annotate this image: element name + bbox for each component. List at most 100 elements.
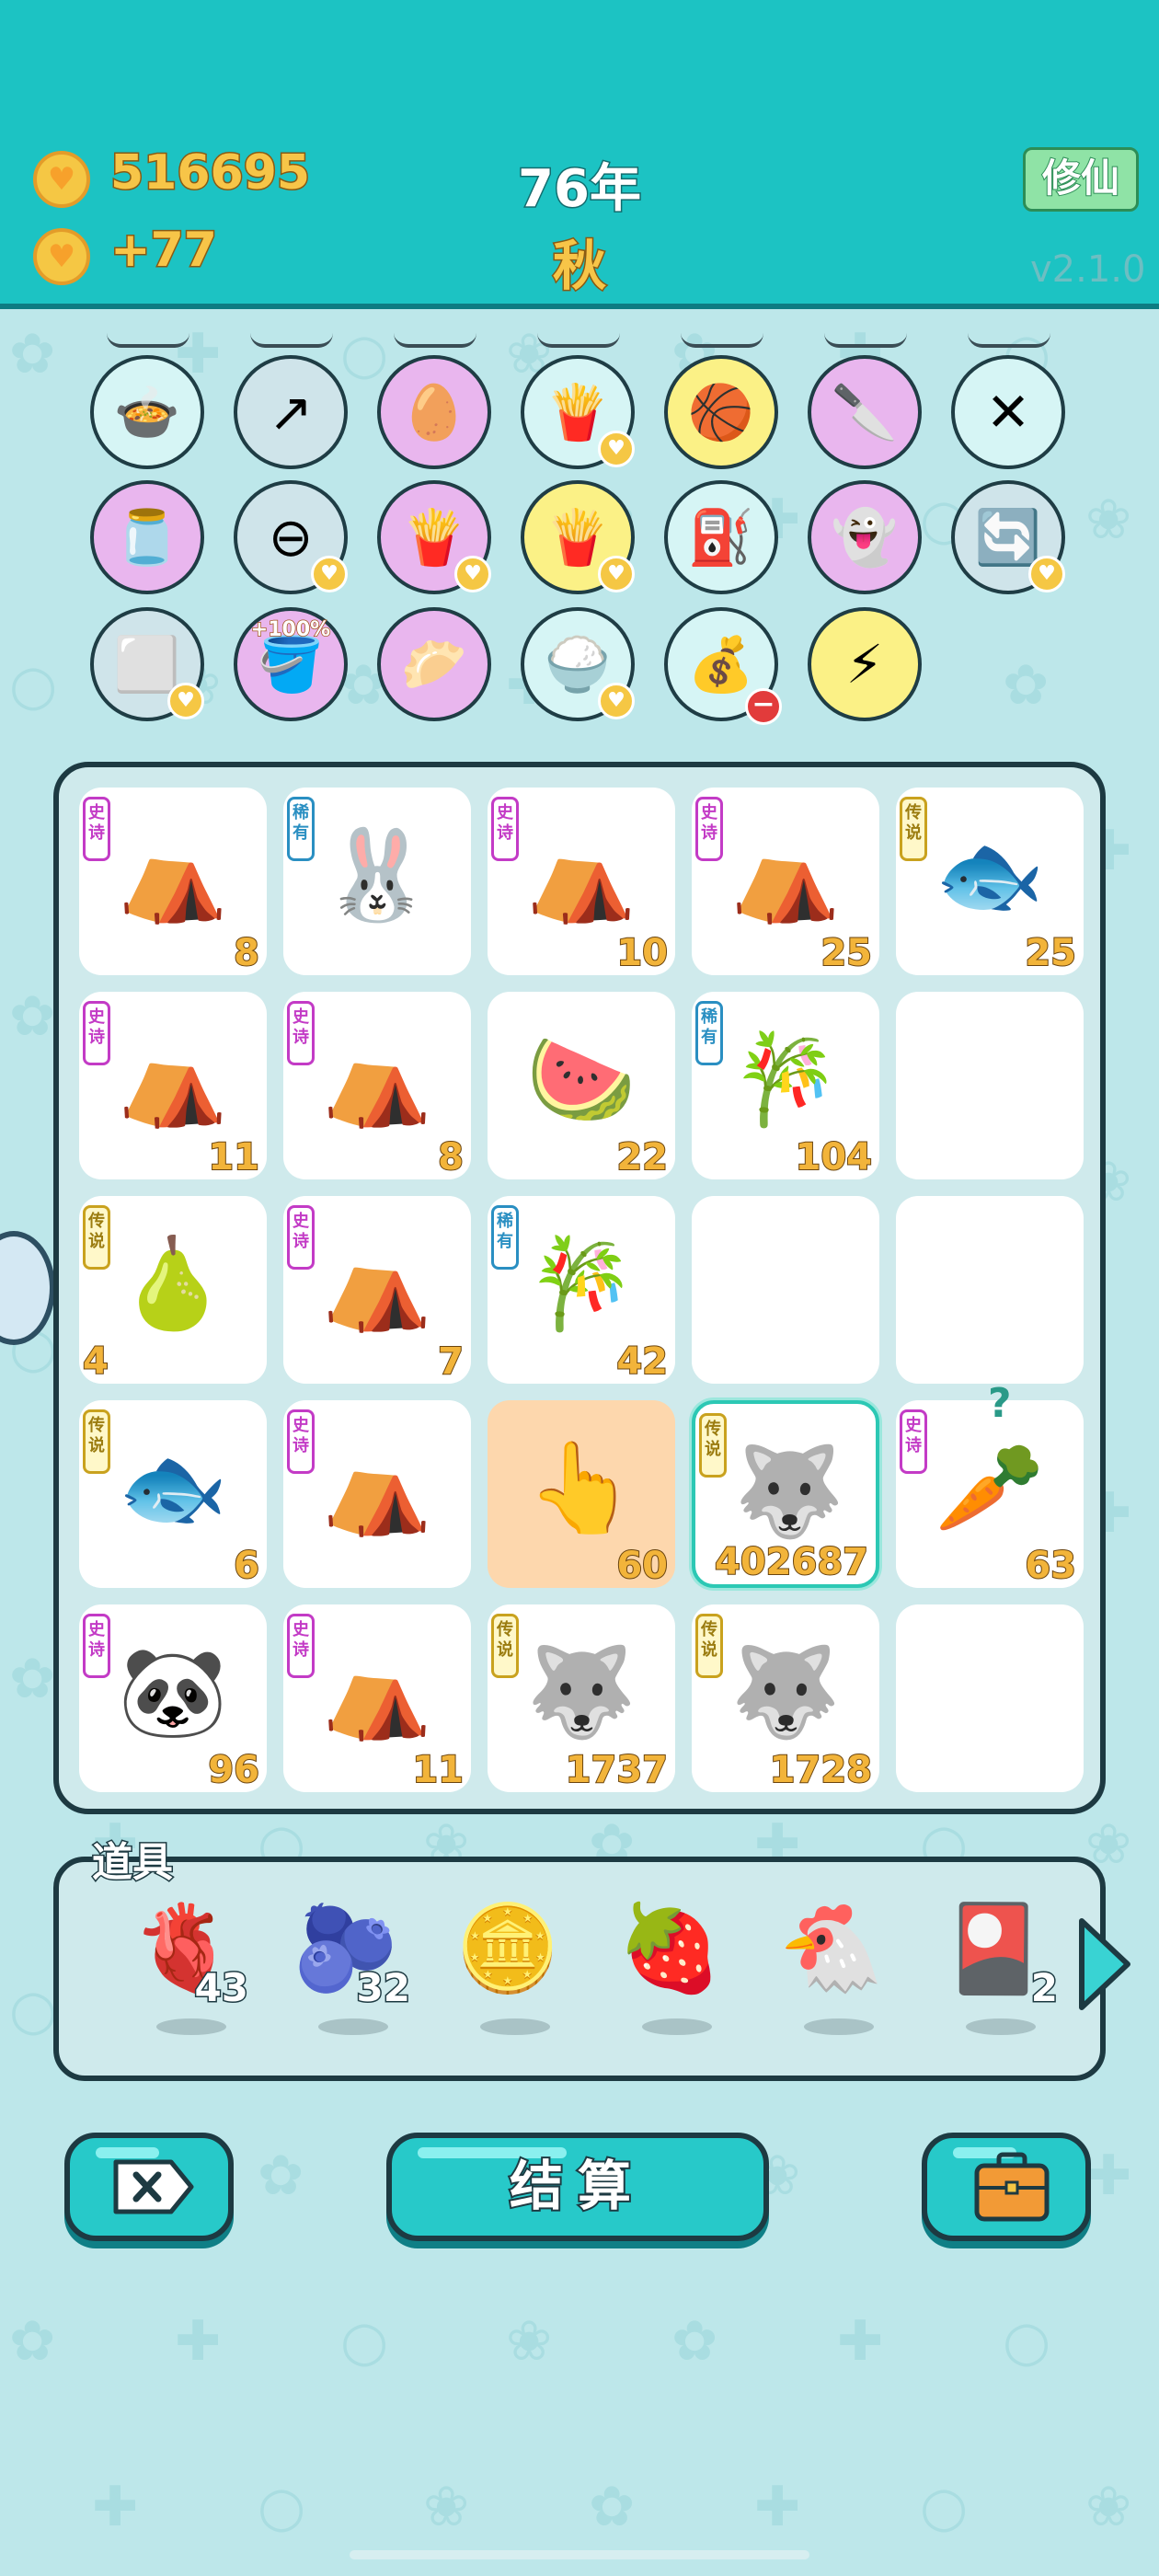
board-cell[interactable]: ⛺ 史诗 — [283, 1400, 471, 1588]
board-cell[interactable]: 🐟 传说 6 — [79, 1400, 267, 1588]
egg-hair-icon: 🥚 — [400, 381, 468, 443]
item-slot[interactable]: 🥚 — [377, 355, 491, 469]
prop-item[interactable]: 🎴 2 — [929, 1880, 1060, 2046]
scrolled-item-edge — [968, 333, 1050, 348]
board-cell[interactable]: 🐺 传说 402687 — [692, 1400, 879, 1588]
item-slot[interactable]: ↗ — [234, 355, 348, 469]
cell-count: 8 — [437, 1135, 465, 1179]
board-cell[interactable]: 🎋 稀有 104 — [692, 992, 879, 1179]
rarity-badge: 稀有 — [491, 1205, 519, 1270]
cell-count: 63 — [1024, 1544, 1077, 1588]
cell-count: 104 — [795, 1135, 873, 1179]
board-cell[interactable]: ⛺ 史诗 11 — [79, 992, 267, 1179]
board-cell[interactable]: ⛺ 史诗 8 — [283, 992, 471, 1179]
props-panel: 🫀 43 🫐 32 🪙 🍓 🐔 🎴 2 — [53, 1857, 1106, 2081]
season-label: 秋 — [551, 234, 607, 299]
board-cell[interactable]: 🐺 传说 1737 — [488, 1604, 675, 1792]
exit-button[interactable] — [64, 2133, 234, 2241]
item-slot[interactable]: 🔪 — [808, 355, 922, 469]
rarity-badge: 史诗 — [83, 1001, 110, 1065]
pattern-glyph: ✚ — [92, 2475, 139, 2539]
cultivation-button[interactable]: 修仙 — [1023, 147, 1139, 212]
empty-board-cell[interactable] — [692, 1196, 879, 1384]
pump-icon: ⛽ — [687, 506, 755, 569]
item-slot[interactable]: 🍟 ♥ — [521, 355, 635, 469]
heart-badge-icon: ♥ — [167, 683, 204, 719]
board-cell[interactable]: ⛺ 史诗 7 — [283, 1196, 471, 1384]
item-slot[interactable]: 👻 — [808, 480, 922, 594]
rarity-badge: 稀有 — [287, 797, 315, 861]
item-slot[interactable]: 🍲 — [90, 355, 204, 469]
rarity-badge: 传说 — [695, 1614, 723, 1678]
item-slot[interactable]: 🪣 +100% — [234, 607, 348, 721]
item-slot[interactable]: 🍚 ♥ — [521, 607, 635, 721]
item-slot[interactable]: 🏀 — [664, 355, 778, 469]
board-cell[interactable]: 🐺 传说 1728 — [692, 1604, 879, 1792]
board-cell[interactable]: 🐼 史诗 96 — [79, 1604, 267, 1792]
prop-shadow — [156, 2018, 226, 2035]
item-slot[interactable]: ⚡ — [808, 607, 922, 721]
prop-count: 2 — [1029, 1964, 1059, 2012]
board-cell[interactable]: 👆 60 — [488, 1400, 675, 1588]
home-indicator[interactable] — [350, 2550, 809, 2559]
item-slot[interactable]: 🍟 ♥ — [521, 480, 635, 594]
board-cell[interactable]: 🍐 传说 4 — [79, 1196, 267, 1384]
board-cell[interactable]: ⛺ 史诗 8 — [79, 788, 267, 975]
prop-shadow — [480, 2018, 550, 2035]
top-status-bar: 516695 +77 76年 秋 修仙 v2.1.0 — [0, 0, 1159, 309]
pattern-glyph: ○ — [340, 2309, 389, 2374]
pattern-glyph: ✿ — [589, 2475, 636, 2539]
board-cell[interactable]: ⛺ 史诗 25 — [692, 788, 879, 975]
item-slot[interactable]: 🔄 ♥ — [951, 480, 1065, 594]
cell-count: 11 — [207, 1135, 260, 1179]
cell-count: 25 — [1024, 931, 1077, 975]
board-cell[interactable]: 🥕 史诗? 63 — [896, 1380, 1084, 1588]
settle-button[interactable]: 结算 — [386, 2133, 769, 2241]
cell-count: 402687 — [714, 1540, 869, 1584]
scrolled-item-edge — [537, 333, 620, 348]
cell-count: 11 — [411, 1748, 465, 1792]
empty-board-cell[interactable] — [896, 1196, 1084, 1384]
pattern-glyph: ○ — [9, 1978, 58, 2042]
briefcase-button[interactable] — [922, 2133, 1091, 2241]
pattern-glyph: ✿ — [9, 2309, 56, 2374]
board-cell[interactable]: 🐰 稀有 — [283, 788, 471, 975]
scrolled-item-edge — [250, 333, 333, 348]
item-slot[interactable]: 💰 − — [664, 607, 782, 725]
prop-item[interactable]: 🍓 — [605, 1880, 734, 2046]
item-slot[interactable]: ⬜ ♥ — [90, 607, 204, 721]
board-cell[interactable]: 🍉 22 — [488, 992, 675, 1179]
item-slot[interactable]: 🫙 — [90, 480, 204, 594]
item-slot[interactable]: ⊖ ♥ — [234, 480, 348, 594]
board-cell[interactable]: ⛺ 史诗 11 — [283, 1604, 471, 1792]
rarity-badge: 史诗 — [287, 1001, 315, 1065]
empty-board-cell[interactable] — [896, 992, 1084, 1179]
item-slot[interactable]: 🥟 — [377, 607, 491, 721]
scrolled-item-edge — [824, 333, 907, 348]
remove-badge-icon[interactable]: − — [745, 688, 782, 725]
cell-count: 7 — [437, 1340, 465, 1384]
cell-count: 22 — [615, 1135, 669, 1179]
rarity-badge: 传说 — [900, 797, 927, 861]
item-slot[interactable]: 🍟 ♥ — [377, 480, 491, 594]
prop-item[interactable]: 🐔 — [767, 1880, 896, 2046]
item-slot[interactable]: ✕ — [951, 355, 1065, 469]
game-board: ⛺ 史诗 8 🐰 稀有 ⛺ 史诗 10 ⛺ 史诗 25 🐟 传说 25 ⛺ 史诗 11 ⛺ 史诗 8 🍉 22 🎋 稀有 104… — [53, 762, 1106, 1814]
prop-item[interactable]: 🫀 43 — [120, 1880, 250, 2046]
prop-item[interactable]: 🫐 32 — [281, 1880, 412, 2046]
rarity-badge: 传说 — [83, 1409, 110, 1474]
pointing-hand-icon: 👆 — [526, 1436, 637, 1539]
prop-shadow — [318, 2018, 388, 2035]
pattern-glyph: ✿ — [9, 1647, 56, 1711]
board-cell[interactable]: 🎋 稀有 42 — [488, 1196, 675, 1384]
rarity-badge: 史诗 — [287, 1205, 315, 1270]
board-cell[interactable]: 🐟 传说 25 — [896, 788, 1084, 975]
item-slot[interactable]: ⛽ — [664, 480, 778, 594]
prop-item[interactable]: 🪙 — [443, 1880, 572, 2046]
board-cell[interactable]: ⛺ 史诗 10 — [488, 788, 675, 975]
pattern-glyph: ✿ — [9, 984, 56, 1049]
empty-board-cell[interactable] — [896, 1604, 1084, 1792]
chevron-right-icon[interactable] — [1073, 1914, 1137, 2015]
dumpling-icon: 🥟 — [400, 633, 468, 696]
backspace-close-icon — [113, 2159, 194, 2214]
